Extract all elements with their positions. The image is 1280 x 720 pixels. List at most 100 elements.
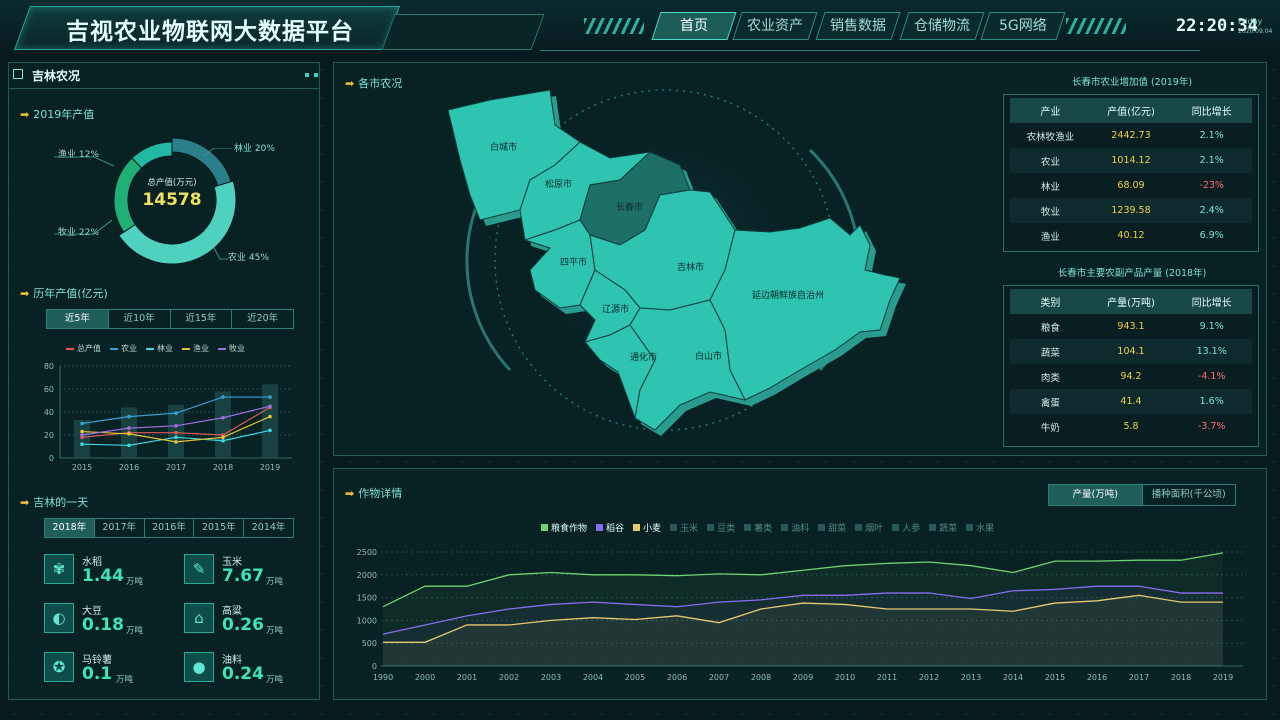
legend-swatch: [182, 347, 190, 350]
crop-section-title: ➡ 作物详情: [345, 487, 403, 500]
table-cell: 2442.73: [1111, 130, 1151, 141]
crop-legend-item[interactable]: 玉米: [670, 521, 698, 534]
range-10y[interactable]: 近10年: [109, 310, 171, 328]
nav-tab-2[interactable]: 农业资产: [732, 12, 818, 40]
legend-item[interactable]: 农业: [110, 343, 137, 354]
day-section-title: ➡ 吉林的一天: [20, 496, 89, 509]
clock-date: 2020.09.04: [1238, 28, 1273, 35]
table-row: 禽蛋 41.4 1.6%: [1010, 389, 1252, 414]
x-tick-label: 2015: [1045, 673, 1065, 682]
crop-legend-item[interactable]: 蔬菜: [929, 521, 957, 534]
table-cell: 68.09: [1117, 180, 1145, 191]
series-point: [268, 395, 272, 399]
x-tick-label: 2014: [1003, 673, 1023, 682]
series-point: [127, 414, 131, 419]
crop-legend-item[interactable]: 水果: [966, 521, 994, 534]
year-2014[interactable]: 2014年: [244, 519, 293, 537]
x-tick-label: 2016: [119, 463, 139, 472]
toggle-area[interactable]: 播种面积(千公顷): [1143, 485, 1236, 505]
year-2018[interactable]: 2018年: [45, 519, 95, 537]
table-cell: 粮食: [1040, 322, 1060, 334]
range-20y[interactable]: 近20年: [232, 310, 293, 328]
kpi-value: 0.1: [82, 664, 113, 684]
legend-label: 蔬菜: [939, 524, 958, 534]
city-label-jilin: 吉林市: [677, 261, 704, 273]
series-point: [221, 438, 225, 443]
table-cell: 1014.12: [1111, 155, 1151, 166]
history-section-title: ➡ 历年产值(亿元): [20, 287, 108, 300]
crop-legend-item[interactable]: 油料: [781, 521, 809, 534]
table-cell: -23%: [1199, 180, 1224, 191]
table-cell: 蔬菜: [1040, 347, 1060, 359]
legend-item[interactable]: 牧业: [218, 343, 245, 354]
x-tick-label: 2013: [961, 673, 981, 682]
crop-legend-item[interactable]: 甜菜: [818, 521, 846, 534]
crop-legend-item[interactable]: 薯类: [744, 521, 772, 534]
year-2016[interactable]: 2016年: [145, 519, 195, 537]
x-tick-label: 2008: [751, 673, 771, 682]
year-2015[interactable]: 2015年: [194, 519, 245, 537]
range-15y[interactable]: 近15年: [171, 310, 233, 328]
legend-item[interactable]: 林业: [146, 343, 173, 354]
series-point: [80, 421, 84, 426]
panel-dot: [314, 73, 318, 77]
table-cell: 9.1%: [1199, 321, 1224, 332]
crop-legend-item[interactable]: 小麦: [633, 521, 661, 534]
legend-swatch: [781, 524, 789, 531]
x-tick-label: 2011: [877, 673, 897, 682]
legend-label: 总产值: [77, 344, 101, 353]
table-row: 渔业 40.12 6.9%: [1010, 223, 1252, 248]
x-tick-label: 2018: [213, 463, 233, 472]
nav-tab-label: 仓储物流: [914, 18, 970, 34]
crop-legend-item[interactable]: 粮食作物: [541, 521, 587, 534]
crop-legend-item[interactable]: 人参: [892, 521, 920, 534]
nav-tab-1[interactable]: 首页: [651, 12, 737, 40]
legend-item[interactable]: 总产值: [66, 343, 101, 354]
legend-swatch: [541, 524, 548, 531]
legend-swatch: [670, 524, 678, 531]
table-header: 类别 产量(万吨) 同比增长: [1010, 289, 1252, 314]
legend-label: 林业: [157, 344, 173, 353]
history-bar: [215, 391, 231, 458]
y-tick-label: 0: [372, 662, 377, 671]
y-tick-label: 80: [44, 362, 54, 371]
x-tick-label: 2009: [793, 673, 813, 682]
table-cell: 5.8: [1123, 421, 1139, 432]
legend-label: 烟叶: [865, 524, 884, 534]
x-tick-label: 2007: [709, 673, 729, 682]
series-point: [221, 435, 225, 440]
x-tick-label: 2019: [260, 463, 280, 472]
table-row: 农林牧渔业 2442.73 2.1%: [1010, 123, 1252, 148]
legend-item[interactable]: 渔业: [182, 343, 209, 354]
range-5y[interactable]: 近5年: [47, 310, 109, 328]
table-cell: -3.7%: [1197, 421, 1226, 432]
y-tick-label: 60: [44, 385, 54, 394]
year-tabs: 2018年 2017年 2016年 2015年 2014年: [44, 518, 294, 538]
table2-title: 长春市主要农副产品产量 (2018年): [1057, 268, 1207, 279]
nav-tab-5[interactable]: 5G网络: [980, 12, 1066, 40]
kpi-unit: 万吨: [266, 675, 284, 685]
year-2017[interactable]: 2017年: [95, 519, 145, 537]
crop-legend-item[interactable]: 稻谷: [596, 521, 624, 534]
y-tick-label: 0: [49, 454, 54, 463]
table1-title: 长春市农业增加值 (2019年): [1071, 77, 1193, 88]
donut-leader-lines: [54, 148, 232, 260]
crop-legend-item[interactable]: 豆类: [707, 521, 735, 534]
header-divider: [540, 50, 1200, 51]
legend-swatch: [146, 347, 154, 350]
kpi-value: 1.44: [82, 566, 124, 586]
header-cell: 同比增长: [1191, 107, 1232, 118]
nav-tab-3[interactable]: 销售数据: [815, 12, 901, 40]
nav-tab-4[interactable]: 仓储物流: [899, 12, 985, 40]
y-tick-label: 40: [44, 408, 54, 417]
table-row: 蔬菜 104.1 13.1%: [1010, 339, 1252, 364]
x-tick-label: 2002: [499, 673, 519, 682]
crop-legend-item[interactable]: 烟叶: [855, 521, 883, 534]
toggle-yield[interactable]: 产量(万吨): [1049, 485, 1143, 505]
table-row: 肉类 94.2 -4.1%: [1010, 364, 1252, 389]
legend-label: 牧业: [229, 344, 245, 353]
rice-icon: ✾: [44, 554, 74, 584]
series-point: [268, 404, 272, 409]
legend-swatch: [110, 347, 118, 350]
table-cell: 13.1%: [1196, 346, 1227, 357]
